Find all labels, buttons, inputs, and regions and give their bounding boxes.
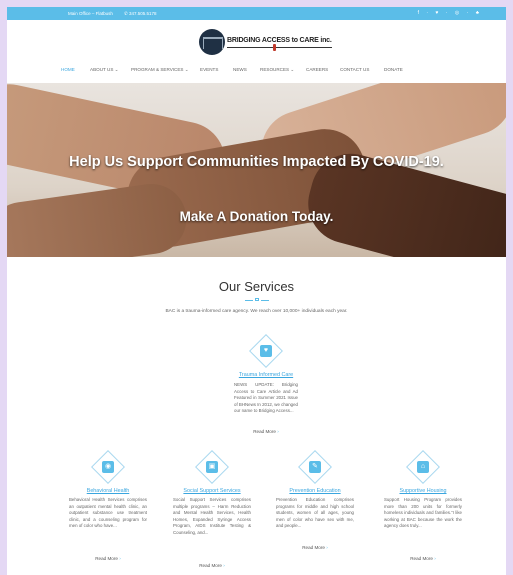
service-title-trauma-informed-care[interactable]: Trauma Informed Care	[227, 372, 305, 378]
page: Main Office – Flatbush ✆ 347.505.5178 f …	[7, 7, 506, 575]
nav-donate[interactable]: DONATE	[384, 67, 403, 72]
read-more-label: Read More	[95, 556, 118, 561]
heart-icon: ♥	[260, 345, 272, 357]
services-title: Our Services	[218, 279, 295, 294]
logo-text: BRIDGING ACCESS to CARE inc.	[227, 37, 332, 44]
nav-careers[interactable]: CAREERS	[306, 67, 328, 72]
nav-news[interactable]: NEWS	[233, 67, 247, 72]
site-logo[interactable]: BRIDGING ACCESS to CARE inc.	[199, 29, 335, 57]
service-body-social-support: Social Support Services comprises multip…	[173, 497, 251, 535]
service-title-behavioral-health[interactable]: Behavioral Health	[69, 488, 147, 494]
read-more-supportive-housing[interactable]: Read More ›	[384, 556, 462, 561]
chevron-right-icon: ›	[119, 556, 121, 561]
read-more-label: Read More	[410, 556, 433, 561]
nav-program-services[interactable]: PROGRAM & SERVICES ⌄	[131, 67, 189, 73]
chevron-right-icon: ›	[277, 429, 279, 434]
phone-number-text: 347.505.5178	[129, 11, 157, 16]
top-bar: Main Office – Flatbush ✆ 347.505.5178 f …	[7, 7, 506, 20]
chevron-right-icon: ›	[223, 563, 225, 568]
service-body-supportive-housing: Support Housing Program provides more th…	[384, 497, 462, 529]
person-logo-icon	[273, 44, 276, 51]
edit-icon: ✎	[309, 461, 321, 473]
phone-number[interactable]: ✆ 347.505.5178	[124, 11, 157, 17]
service-title-social-support[interactable]: Social Support Services	[173, 488, 251, 494]
read-more-trauma-informed-care[interactable]: Read More ›	[227, 429, 305, 434]
nav-about-us[interactable]: ABOUT US ⌄	[90, 67, 119, 73]
bridge-logo-icon	[199, 29, 225, 55]
service-body-prevention-education: Prevention Education comprises programs …	[276, 497, 354, 529]
read-more-prevention-education[interactable]: Read More ›	[276, 545, 354, 550]
services-divider	[245, 298, 269, 302]
chevron-right-icon: ›	[326, 545, 328, 550]
chevron-right-icon: ›	[434, 556, 436, 561]
laptop-icon	[255, 298, 259, 301]
image-icon: ▣	[206, 461, 218, 473]
office-location: Main Office – Flatbush	[68, 11, 113, 16]
read-more-label: Read More	[253, 429, 276, 434]
nav-contact-us[interactable]: CONTACT US	[340, 67, 369, 72]
social-icons[interactable]: f · ♥ · ◎ · ♣	[418, 10, 482, 16]
read-more-label: Read More	[199, 563, 222, 568]
read-more-social-support[interactable]: Read More ›	[173, 563, 251, 568]
hero-banner: Help Us Support Communities Impacted By …	[7, 83, 506, 257]
service-body-trauma-informed-care: NEWS UPDATE: Bridging Access to Care Art…	[234, 382, 298, 414]
service-title-prevention-education[interactable]: Prevention Education	[276, 488, 354, 494]
nav-resources[interactable]: RESOURCES ⌄	[260, 67, 294, 73]
home-icon: ⌂	[417, 461, 429, 473]
hero-donation-cta[interactable]: Make A Donation Today.	[7, 209, 506, 224]
read-more-label: Read More	[302, 545, 325, 550]
camera-icon: ◉	[102, 461, 114, 473]
service-body-behavioral-health: Behavioral Health Services comprises an …	[69, 497, 147, 529]
service-title-supportive-housing[interactable]: Supportive Housing	[384, 488, 462, 494]
services-description: BAC is a trauma-informed care agency. We…	[165, 309, 348, 314]
nav-events[interactable]: EVENTS	[200, 67, 218, 72]
hero-headline: Help Us Support Communities Impacted By …	[69, 154, 444, 170]
main-nav: HOME ABOUT US ⌄ PROGRAM & SERVICES ⌄ EVE…	[7, 67, 506, 77]
read-more-behavioral-health[interactable]: Read More ›	[69, 556, 147, 561]
nav-home[interactable]: HOME	[61, 67, 75, 72]
